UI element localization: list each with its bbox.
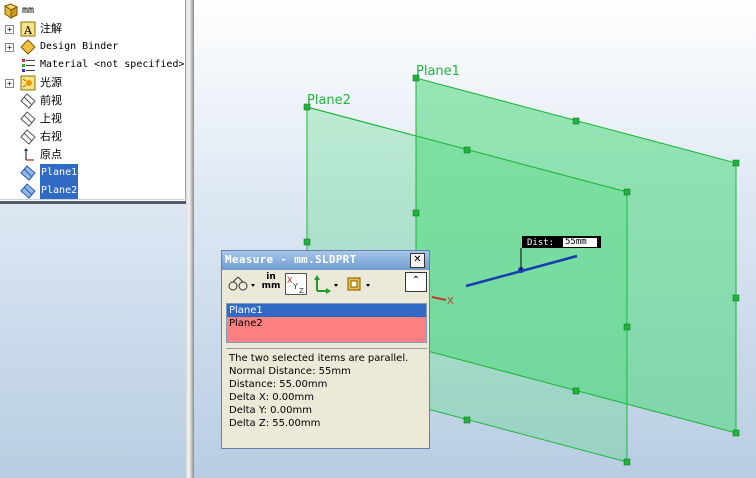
units-precision-button[interactable]: in mm <box>260 273 282 295</box>
annotations-icon: A <box>20 21 36 37</box>
tree-item-label: Plane1 <box>40 164 79 182</box>
result-line: Delta Z: 55.00mm <box>229 418 321 429</box>
plane-icon <box>20 183 36 199</box>
tree-item-label: Design Binder <box>40 41 119 52</box>
plane1-label: Plane1 <box>416 64 460 79</box>
svg-text:A: A <box>23 24 33 37</box>
coordinate-system-icon <box>314 275 338 294</box>
tree-item-label: 注解 <box>40 22 62 35</box>
close-button[interactable]: ✕ <box>410 253 425 268</box>
result-line: Delta Y: 0.00mm <box>229 405 312 416</box>
plane-icon <box>20 165 36 181</box>
panel-splitter[interactable] <box>186 0 194 478</box>
tree-item-label: Material <not specified> <box>40 59 185 70</box>
tree-divider-light <box>0 199 186 200</box>
selection-item-plane2[interactable]: Plane2 <box>227 317 426 330</box>
show-history-button[interactable] <box>345 273 375 295</box>
tree-item-label: 前视 <box>40 94 62 107</box>
arc-measure-icon <box>228 276 255 291</box>
measure-title: Measure - mm.SLDPRT <box>225 253 357 266</box>
selection-item-plane1[interactable]: Plane1 <box>227 304 426 317</box>
coordinate-system-button[interactable] <box>311 273 341 295</box>
material-icon <box>22 59 35 72</box>
feature-manager-tree[interactable]: mm + A 注解 + Design Binder Material <not … <box>0 0 186 201</box>
result-line: The two selected items are parallel. <box>229 353 409 364</box>
design-binder-icon <box>20 39 36 55</box>
selection-list[interactable]: Plane1 Plane2 <box>226 303 427 343</box>
expand-icon[interactable]: + <box>5 43 14 52</box>
result-line: Distance: 55.00mm <box>229 379 328 390</box>
measure-title-bar[interactable]: Measure - mm.SLDPRT ✕ <box>222 251 429 270</box>
tree-item-label: 上视 <box>40 112 62 125</box>
axis-x-label: X <box>447 296 454 307</box>
plane-icon <box>20 93 36 109</box>
tree-root-label: mm <box>22 5 35 16</box>
origin-icon <box>24 148 34 161</box>
svg-text:Y: Y <box>292 282 298 291</box>
measure-dialog[interactable]: Measure - mm.SLDPRT ✕ in mm X Y Z ⌃ Plan… <box>221 250 430 449</box>
plane-icon <box>20 129 36 145</box>
part-icon <box>3 3 19 19</box>
distance-dimension-label: Dist: <box>527 238 555 248</box>
measure-results: The two selected items are parallel. Nor… <box>226 348 427 446</box>
tree-item-label: 右视 <box>40 130 62 143</box>
plane-icon <box>20 111 36 127</box>
expand-icon[interactable]: + <box>5 79 14 88</box>
svg-text:Z: Z <box>299 287 304 294</box>
tree-divider <box>0 201 186 204</box>
collapse-button[interactable]: ⌃ <box>405 272 427 292</box>
tree-item-label: Plane2 <box>40 182 79 200</box>
distance-dimension-value: 55mm <box>563 238 597 247</box>
xyz-icon: X Y Z <box>287 276 304 295</box>
result-line: Normal Distance: 55mm <box>229 366 351 377</box>
arc-circle-measure-button[interactable] <box>226 273 256 295</box>
measure-toolbar: in mm X Y Z ⌃ <box>224 272 427 298</box>
result-line: Delta X: 0.00mm <box>229 392 315 403</box>
distance-dimension[interactable]: Dist: 55mm <box>522 236 601 248</box>
tree-item-label: 光源 <box>40 76 62 89</box>
units-mm-label: mm <box>261 281 281 291</box>
history-icon <box>347 277 370 291</box>
plane2-label: Plane2 <box>307 93 351 108</box>
xyz-dimensions-button[interactable]: X Y Z <box>285 273 307 295</box>
expand-icon[interactable]: + <box>5 25 14 34</box>
lights-icon <box>20 75 36 91</box>
tree-item-label: 原点 <box>40 148 62 161</box>
